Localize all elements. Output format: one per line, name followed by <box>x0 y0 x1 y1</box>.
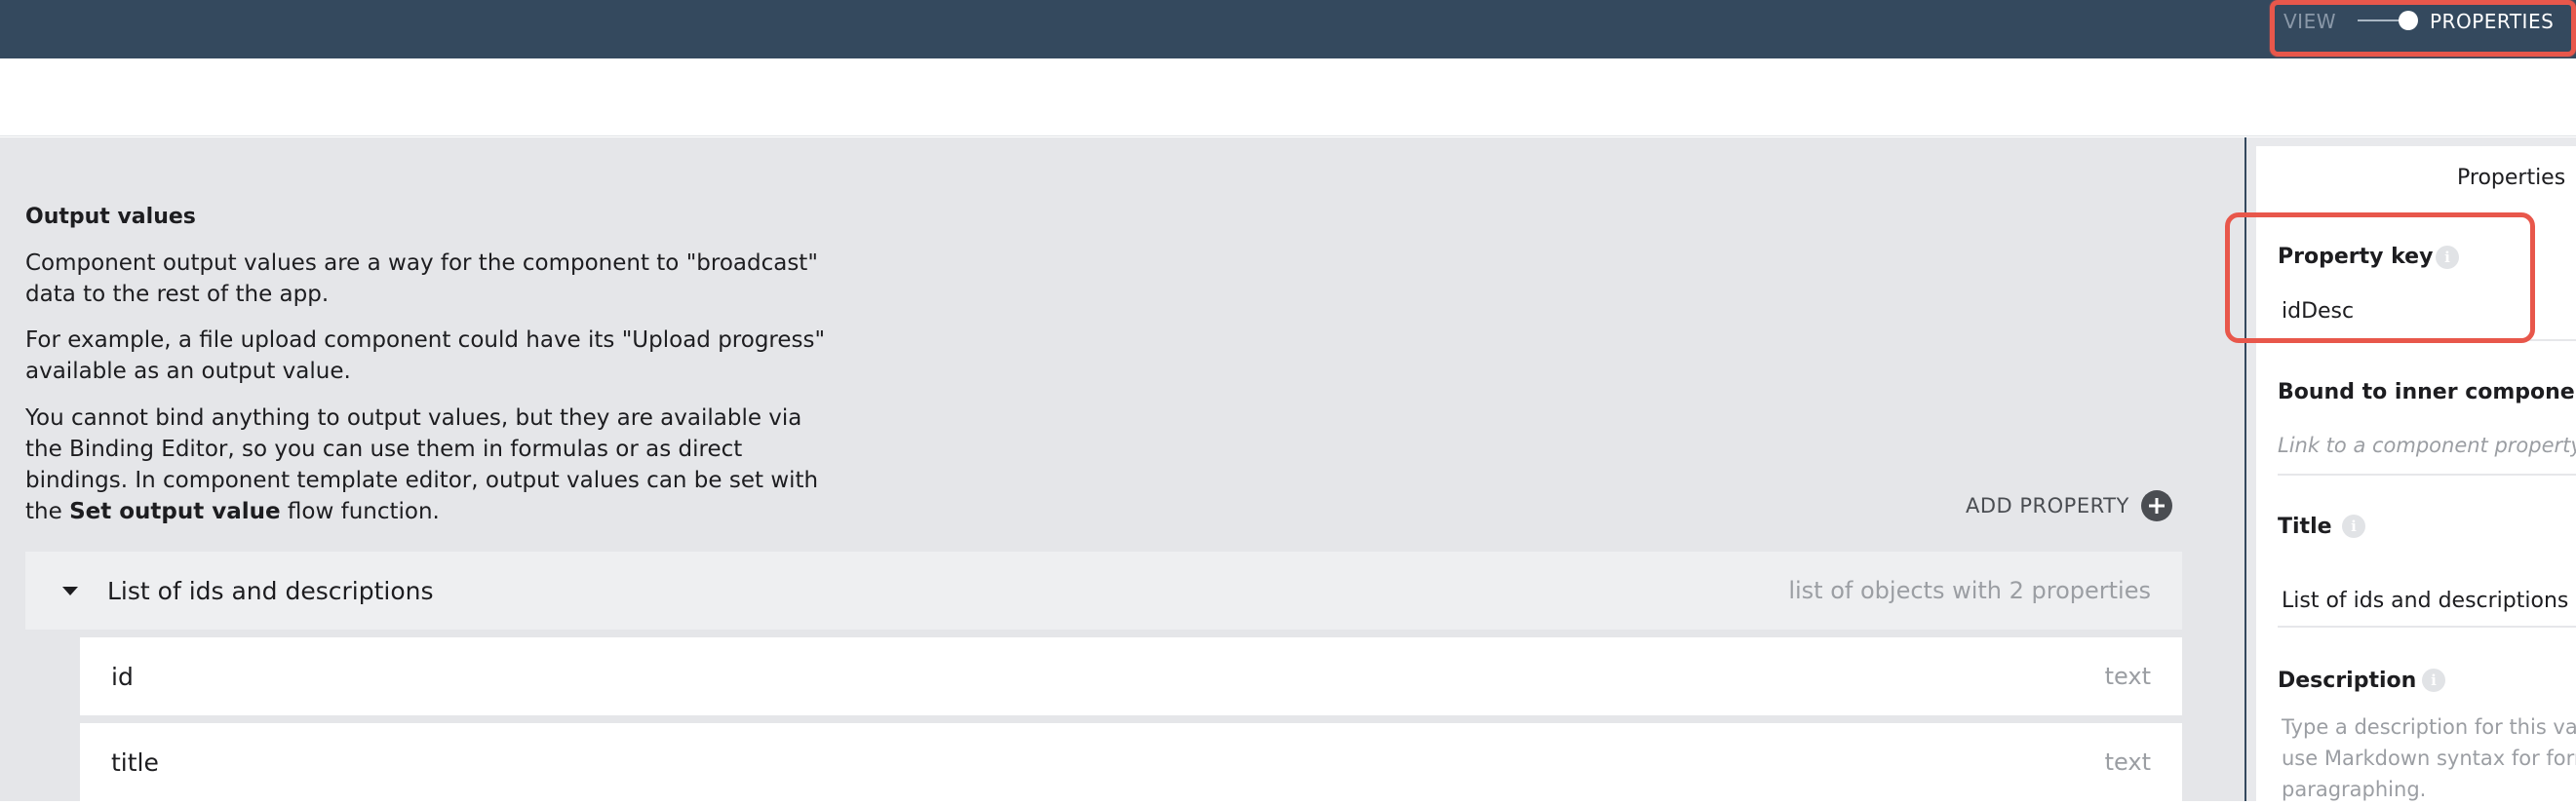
bound-inner-component-input[interactable]: Link to a component property <box>2278 434 2576 457</box>
property-group-row[interactable]: List of ids and descriptions list of obj… <box>25 552 2182 630</box>
mode-properties-label[interactable]: PROPERTIES <box>2430 10 2554 33</box>
output-values-title: Output values <box>25 205 196 229</box>
bound-inner-component-label: Bound to inner component <box>2278 380 2576 404</box>
property-group-type: list of objects with 2 properties <box>1788 577 2151 604</box>
output-values-para-3: You cannot bind anything to output value… <box>25 402 835 527</box>
description-placeholder-line: use Markdown syntax for form <box>2282 747 2576 770</box>
property-type: text <box>2104 748 2151 776</box>
bound-inner-underline <box>2278 474 2576 476</box>
info-icon[interactable]: i <box>2342 515 2365 538</box>
property-name: id <box>111 662 134 691</box>
top-bar <box>0 0 2576 58</box>
output-values-para-1: Component output values are a way for th… <box>25 250 818 307</box>
property-row-id[interactable]: id text <box>80 637 2182 715</box>
mode-toggle-knob[interactable] <box>2399 11 2418 30</box>
info-icon[interactable]: i <box>2422 669 2445 692</box>
add-property-button[interactable]: ADD PROPERTY <box>1966 489 2172 522</box>
set-output-value-text: Set output value <box>69 499 281 524</box>
sub-header <box>0 58 2576 136</box>
property-type: text <box>2104 663 2151 690</box>
add-property-label: ADD PROPERTY <box>1966 494 2129 518</box>
description-label: Description <box>2278 669 2417 693</box>
panel-header: Properties <box>2457 166 2566 190</box>
description-placeholder-line: paragraphing. <box>2282 778 2427 801</box>
title-field-input[interactable]: List of ids and descriptions <box>2282 589 2568 613</box>
property-group-name: List of ids and descriptions <box>107 576 434 605</box>
property-key-highlight <box>2225 212 2535 343</box>
output-values-para-2: For example, a file upload component cou… <box>25 327 826 384</box>
description-placeholder-line: Type a description for this va <box>2282 715 2576 739</box>
description-input[interactable]: Type a description for this va use Markd… <box>2282 711 2576 805</box>
title-field-label: Title <box>2278 515 2332 539</box>
property-name: title <box>111 748 159 777</box>
property-row-title[interactable]: title text <box>80 723 2182 801</box>
title-field-underline <box>2278 626 2576 628</box>
para-3-tail: flow function. <box>280 499 440 524</box>
plus-circle-icon <box>2140 490 2172 521</box>
caret-down-icon[interactable] <box>62 586 78 595</box>
mode-view-label[interactable]: VIEW <box>2283 10 2336 33</box>
